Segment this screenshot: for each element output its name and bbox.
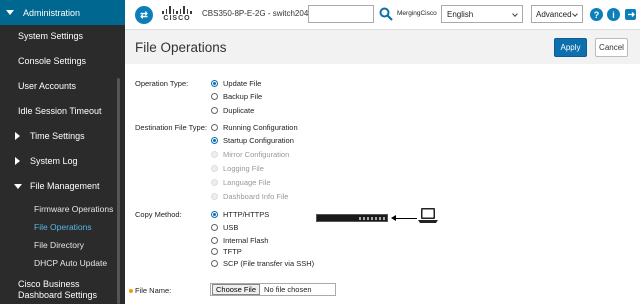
sidebar-header-administration[interactable]: Administration	[0, 0, 125, 25]
radio-update-file[interactable]: Update File	[211, 79, 261, 88]
sidebar-item-file-management[interactable]: File Management	[14, 181, 100, 191]
sidebar-subitem-dhcp-auto-update[interactable]: DHCP Auto Update	[34, 258, 107, 268]
sidebar-item-system-settings[interactable]: System Settings	[18, 31, 83, 41]
radio-dot	[211, 137, 218, 144]
destination-file-type-label: Destination File Type:	[135, 123, 207, 132]
mode-select[interactable]: Advanced	[531, 5, 583, 23]
radio-label: Mirror Configuration	[223, 150, 290, 159]
cisco-logo-bars	[162, 6, 192, 14]
radio-dot	[211, 93, 218, 100]
radio-dot	[211, 211, 218, 218]
radio-scp[interactable]: SCP (File transfer via SSH)	[211, 259, 314, 268]
file-operations-form: Operation Type: Update File Backup File …	[125, 64, 640, 304]
no-file-text: No file chosen	[264, 285, 312, 294]
sidebar-header-label: Administration	[23, 7, 81, 18]
radio-duplicate[interactable]: Duplicate	[211, 106, 254, 115]
radio-dot	[211, 80, 218, 87]
file-name-label: File Name:	[135, 286, 172, 295]
copy-method-label: Copy Method:	[135, 210, 182, 219]
arrow-line	[395, 218, 417, 219]
switch-device-image	[316, 214, 388, 222]
cancel-button[interactable]: Cancel	[595, 38, 628, 57]
info-icon[interactable]: i	[607, 8, 620, 21]
radio-language-file: Language File	[211, 178, 271, 187]
sidebar-subitem-file-operations[interactable]: File Operations	[34, 222, 92, 232]
chevron-down-icon	[6, 10, 14, 15]
help-icon[interactable]: ?	[590, 8, 603, 21]
operation-type-label: Operation Type:	[135, 79, 189, 88]
search-input[interactable]	[308, 5, 374, 23]
laptop-icon	[418, 208, 438, 223]
cisco-logo: CISCO	[162, 6, 192, 24]
radio-dot	[211, 224, 218, 231]
radio-label: Language File	[223, 178, 271, 187]
radio-dot	[211, 165, 218, 172]
radio-label: USB	[223, 223, 239, 232]
sidebar-item-cbd-settings-line1[interactable]: Cisco Business	[18, 279, 80, 289]
page-header: File Operations Apply Cancel	[125, 30, 640, 64]
radio-backup-file[interactable]: Backup File	[211, 92, 262, 101]
page-title: File Operations	[135, 40, 227, 55]
sidebar-item-cbd-settings-line2[interactable]: Dashboard Settings	[18, 290, 97, 300]
radio-internal-flash[interactable]: Internal Flash	[211, 236, 268, 245]
radio-label: Startup Configuration	[223, 136, 294, 145]
radio-dot	[211, 260, 218, 267]
radio-label: Update File	[223, 79, 262, 88]
mode-select-value: Advanced	[536, 10, 572, 19]
sidebar-item-time-settings[interactable]: Time Settings	[15, 131, 85, 141]
choose-file-button[interactable]: Choose File	[212, 284, 261, 295]
radio-dot	[211, 179, 218, 186]
logout-icon[interactable]	[624, 8, 637, 21]
cisco-logo-text: CISCO	[163, 15, 191, 22]
user-name[interactable]: MergingCisco	[397, 10, 437, 17]
sidebar-item-idle-session-timeout[interactable]: Idle Session Timeout	[18, 106, 102, 116]
language-select-value: English	[447, 10, 474, 19]
radio-label: Internal Flash	[223, 236, 269, 245]
sidebar-subitem-file-directory[interactable]: File Directory	[34, 240, 84, 250]
sidebar-item-system-log[interactable]: System Log	[15, 156, 78, 166]
sidebar-item-console-settings[interactable]: Console Settings	[18, 56, 86, 66]
radio-dot	[211, 248, 218, 255]
apply-button[interactable]: Apply	[554, 38, 587, 57]
radio-label: Logging File	[223, 164, 264, 173]
radio-label: SCP (File transfer via SSH)	[223, 259, 315, 268]
radio-label: TFTP	[223, 247, 242, 256]
required-indicator	[129, 289, 133, 293]
sidebar-scrollbar[interactable]	[117, 78, 120, 304]
radio-usb[interactable]: USB	[211, 223, 238, 232]
language-select[interactable]: English	[441, 5, 523, 23]
radio-label: HTTP/HTTPS	[223, 210, 270, 219]
radio-http-https[interactable]: HTTP/HTTPS	[211, 210, 269, 219]
cisco-business-icon[interactable]: ⇄	[135, 6, 153, 24]
radio-logging-file: Logging File	[211, 164, 264, 173]
radio-dashboard-info-file: Dashboard Info File	[211, 192, 288, 201]
chevron-down-icon	[572, 11, 578, 17]
radio-label: Backup File	[223, 92, 263, 101]
sidebar-subitem-firmware-operations[interactable]: Firmware Operations	[34, 204, 113, 214]
device-name: CBS350-8P-E-2G - switch204	[202, 9, 309, 18]
radio-dot	[211, 193, 218, 200]
radio-dot	[211, 107, 218, 114]
file-input[interactable]: Choose File No file chosen	[210, 283, 336, 296]
radio-mirror-configuration: Mirror Configuration	[211, 150, 289, 159]
radio-label: Running Configuration	[223, 123, 298, 132]
sidebar-item-user-accounts[interactable]: User Accounts	[18, 81, 76, 91]
radio-label: Duplicate	[223, 106, 255, 115]
search-icon[interactable]	[379, 7, 393, 21]
radio-label: Dashboard Info File	[223, 192, 289, 201]
radio-dot	[211, 151, 218, 158]
sidebar: Administration System Settings Console S…	[0, 0, 125, 304]
radio-tftp[interactable]: TFTP	[211, 247, 242, 256]
radio-running-configuration[interactable]: Running Configuration	[211, 123, 298, 132]
radio-dot	[211, 237, 218, 244]
radio-startup-configuration[interactable]: Startup Configuration	[211, 136, 294, 145]
chevron-down-icon	[512, 11, 518, 17]
radio-dot	[211, 124, 218, 131]
top-bar: ⇄ CISCO CBS350-8P-E-2G - switch204 Mergi…	[125, 0, 640, 30]
